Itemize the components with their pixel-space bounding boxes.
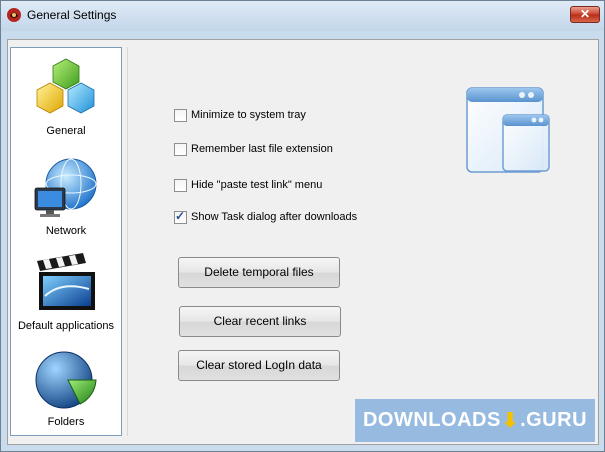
- download-arrow-icon: ⬇: [501, 410, 520, 432]
- checkmark-icon: ✓: [175, 208, 186, 223]
- downloads-guru-watermark: DOWNLOADS ⬇ .GURU: [355, 399, 595, 442]
- show-task-dialog-checkbox[interactable]: ✓: [174, 208, 187, 224]
- sidebar-item-default-applications[interactable]: Default applications: [11, 251, 121, 332]
- hide-paste-link-checkbox[interactable]: [174, 178, 187, 192]
- remember-extension-option[interactable]: Remember last file extension: [174, 141, 333, 157]
- sidebar-item-label: Network: [45, 225, 87, 237]
- sidebar-item-folders[interactable]: Folders: [11, 347, 121, 428]
- clear-stored-login-button[interactable]: Clear stored LogIn data: [178, 350, 340, 381]
- category-sidebar: General Network Default applications Fol…: [10, 47, 122, 436]
- cubes-icon: [36, 58, 95, 114]
- sidebar-item-network[interactable]: Network: [11, 156, 121, 237]
- hide-paste-link-option[interactable]: Hide "paste test link" menu: [174, 177, 322, 193]
- option-label: Hide "paste test link" menu: [191, 179, 323, 191]
- app-logo-icon: [7, 8, 21, 22]
- title-bar[interactable]: General Settings ✕: [1, 1, 604, 31]
- window-title: General Settings: [27, 8, 117, 22]
- option-label: Show Task dialog after downloads: [191, 211, 358, 223]
- dialog-client-area: General Network Default applications Fol…: [7, 39, 599, 445]
- minimize-to-tray-option[interactable]: Minimize to system tray: [174, 107, 306, 123]
- sidebar-item-label: Default applications: [17, 320, 114, 332]
- option-label: Remember last file extension: [191, 143, 333, 155]
- globe-monitor-icon: [34, 158, 97, 217]
- show-task-dialog-option[interactable]: ✓ Show Task dialog after downloads: [174, 209, 357, 225]
- general-settings-panel: Minimize to system tray Remember last fi…: [127, 47, 588, 436]
- clear-recent-links-button[interactable]: Clear recent links: [179, 306, 341, 337]
- settings-window: General Settings ✕ General Network Defau…: [0, 0, 605, 452]
- sidebar-item-general[interactable]: General: [11, 56, 121, 137]
- option-label: Minimize to system tray: [191, 109, 306, 121]
- sidebar-item-label: General: [46, 125, 86, 137]
- clapperboard-icon: [37, 253, 95, 310]
- delete-temporal-files-button[interactable]: Delete temporal files: [178, 257, 340, 288]
- watermark-right: .GURU: [520, 409, 588, 431]
- close-button[interactable]: ✕: [570, 6, 600, 23]
- pie-chart-icon: [35, 351, 97, 409]
- windows-illustration-icon: [466, 87, 550, 173]
- minimize-to-tray-checkbox[interactable]: [174, 108, 187, 122]
- remember-extension-checkbox[interactable]: [174, 142, 187, 156]
- watermark-left: DOWNLOADS: [362, 409, 501, 431]
- sidebar-item-label: Folders: [47, 416, 85, 428]
